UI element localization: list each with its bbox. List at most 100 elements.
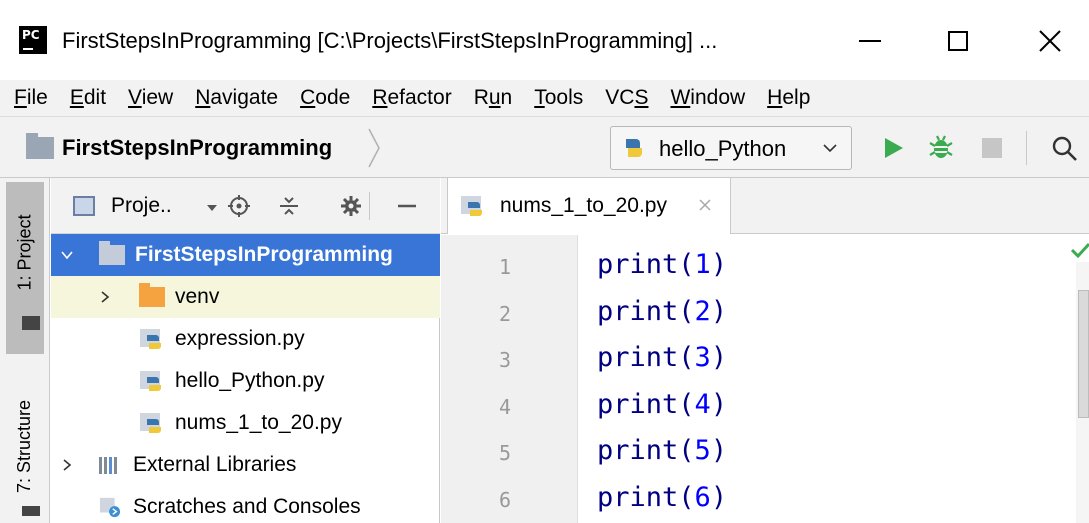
code-function-name: print( <box>597 295 695 327</box>
code-line[interactable]: print(6) <box>597 482 727 513</box>
tree-item-scratches[interactable]: Scratches and Consoles <box>51 486 440 523</box>
toolbar-separator <box>1026 131 1027 165</box>
menu-tools[interactable]: Tools <box>523 86 594 110</box>
code-function-name: print( <box>597 435 695 466</box>
code-line[interactable]: print(4) <box>597 389 727 420</box>
locate-target-icon[interactable] <box>227 194 251 218</box>
python-file-icon <box>140 329 161 349</box>
title-bar: PC FirstStepsInProgramming [C:\Projects\… <box>0 0 1089 84</box>
gear-icon[interactable] <box>339 194 363 218</box>
folder-icon <box>22 316 40 330</box>
tree-item-venv[interactable]: venv <box>51 276 440 318</box>
minimize-button[interactable] <box>840 16 900 66</box>
code-paren: ) <box>710 481 728 513</box>
python-file-icon <box>140 413 161 433</box>
tree-item-label: nums_1_to_20.py <box>175 411 342 434</box>
tree-item-project-root[interactable]: FirstStepsInProgramming <box>51 234 440 276</box>
code-paren: ) <box>710 435 728 466</box>
stop-icon[interactable] <box>982 138 1002 158</box>
chevron-right-icon[interactable] <box>97 289 113 305</box>
project-view-selector[interactable]: Proje.. <box>111 194 172 218</box>
maximize-icon <box>948 31 968 51</box>
tree-item-label: venv <box>175 285 220 308</box>
code-number-literal: 2 <box>694 295 711 327</box>
project-tree: FirstStepsInProgramming venv expression.… <box>51 234 440 523</box>
app-icon-text: PC <box>22 28 40 42</box>
chevron-down-icon <box>823 144 837 153</box>
menu-navigate[interactable]: Navigate <box>184 86 289 110</box>
project-folder-icon <box>99 241 125 265</box>
tree-item-label: External Libraries <box>133 453 297 476</box>
debug-bug-icon[interactable] <box>927 133 955 161</box>
line-number: 4 <box>498 394 511 419</box>
inspection-ok-check-icon[interactable] <box>1070 242 1089 258</box>
chevron-right-icon[interactable] <box>59 457 75 473</box>
code-paren: ) <box>710 342 728 373</box>
menu-window[interactable]: Window <box>659 86 756 110</box>
collapse-all-icon[interactable] <box>277 194 301 218</box>
code-line[interactable]: print(2) <box>597 296 727 327</box>
editor-tab-label: nums_1_to_20.py <box>500 194 667 217</box>
python-icon <box>626 139 642 157</box>
structure-icon <box>22 506 40 516</box>
code-editor[interactable]: print(1) print(2) print(3) print(4) print(5)… <box>579 235 1074 523</box>
close-tab-icon[interactable] <box>698 198 712 212</box>
line-number: 5 <box>498 441 511 465</box>
menu-code[interactable]: Code <box>289 86 361 110</box>
menu-vcs[interactable]: VCS <box>594 86 659 110</box>
code-function-name: print( <box>597 481 695 513</box>
run-icon[interactable] <box>880 135 906 161</box>
editor-tab-bar: nums_1_to_20.py <box>441 178 1089 234</box>
code-number-literal: 5 <box>694 435 711 466</box>
hide-panel-icon[interactable] <box>395 194 419 218</box>
run-configuration-select[interactable]: hello_Python <box>610 126 852 170</box>
editor-scrollbar-thumb[interactable] <box>1078 290 1089 418</box>
code-line[interactable]: print(5) <box>597 435 727 466</box>
code-number-literal: 1 <box>694 249 711 280</box>
project-tool-tab[interactable]: 1: Project <box>6 182 44 354</box>
menu-help[interactable]: Help <box>756 86 821 110</box>
menu-view[interactable]: View <box>117 86 184 110</box>
scratches-icon <box>99 497 121 518</box>
minimize-icon <box>859 40 881 42</box>
code-line[interactable]: print(3) <box>597 342 727 373</box>
menu-refactor[interactable]: Refactor <box>361 86 462 110</box>
tree-item-external-libraries[interactable]: External Libraries <box>51 444 440 486</box>
code-paren: ) <box>710 388 728 420</box>
project-folder-icon <box>26 133 54 159</box>
folder-icon <box>139 283 165 307</box>
maximize-button[interactable] <box>928 16 988 66</box>
tree-item-file[interactable]: nums_1_to_20.py <box>51 402 440 444</box>
structure-tool-tab[interactable]: 7: Structure <box>6 378 44 518</box>
chevron-down-icon[interactable] <box>59 247 75 263</box>
menu-file[interactable]: File <box>0 86 59 110</box>
tree-item-file[interactable]: hello_Python.py <box>51 360 440 402</box>
tree-item-label: Scratches and Consoles <box>133 495 361 518</box>
line-number: 6 <box>498 487 511 512</box>
project-tool-tab-label: 1: Project <box>14 214 35 291</box>
line-number: 2 <box>498 301 511 326</box>
menu-edit[interactable]: Edit <box>59 86 117 110</box>
tree-item-file[interactable]: expression.py <box>51 318 440 360</box>
editor-tab-active[interactable]: nums_1_to_20.py <box>447 178 731 234</box>
line-number-gutter: 1 2 3 4 5 6 <box>441 235 578 523</box>
menu-run[interactable]: Run <box>463 86 524 110</box>
menu-bar: File Edit View Navigate Code Refactor Run Tools… <box>0 80 1089 116</box>
structure-tool-tab-label: 7: Structure <box>14 399 35 494</box>
code-number-literal: 4 <box>694 388 711 420</box>
pycharm-app-icon[interactable]: PC <box>19 26 47 54</box>
left-tool-stripe: 1: Project 7: Structure <box>0 178 50 523</box>
search-icon[interactable] <box>1051 135 1079 163</box>
window-title: FirstStepsInProgramming [C:\Projects\Fir… <box>62 28 718 53</box>
navigation-bar: FirstStepsInProgramming hello_Python <box>0 116 1089 178</box>
close-icon <box>1039 30 1061 52</box>
library-icon <box>99 457 117 474</box>
python-file-icon <box>140 371 161 391</box>
close-window-button[interactable] <box>1020 16 1080 66</box>
header-separator <box>369 192 370 220</box>
code-paren: ) <box>710 249 728 280</box>
code-line[interactable]: print(1) <box>597 249 727 280</box>
tree-item-label: expression.py <box>175 327 305 350</box>
breadcrumb-project[interactable]: FirstStepsInProgramming <box>62 135 332 161</box>
code-number-literal: 6 <box>694 481 711 513</box>
